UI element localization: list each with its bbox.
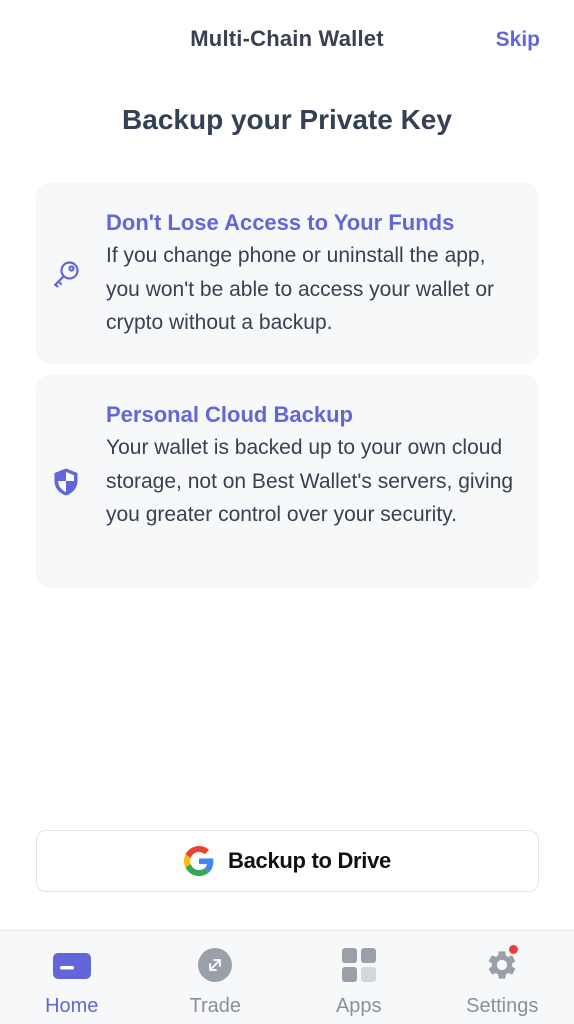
tab-apps[interactable]: Apps <box>287 931 431 1024</box>
tab-settings[interactable]: Settings <box>431 931 574 1024</box>
skip-button[interactable]: Skip <box>496 28 540 52</box>
card-text: Your wallet is backed up to your own clo… <box>106 436 514 526</box>
app-title: Multi-Chain Wallet <box>190 26 384 51</box>
tab-home[interactable]: Home <box>0 931 144 1024</box>
trade-arrows-icon <box>195 947 235 983</box>
tab-label: Settings <box>466 995 539 1017</box>
backup-button-label: Backup to Drive <box>228 848 391 873</box>
card-heading: Don't Lose Access to Your Funds <box>106 210 455 235</box>
tab-trade[interactable]: Trade <box>144 931 288 1024</box>
google-icon <box>184 846 214 876</box>
page-title: Backup your Private Key <box>122 104 452 135</box>
card-heading: Personal Cloud Backup <box>106 402 353 427</box>
app-header: Multi-Chain Wallet Skip <box>0 0 574 82</box>
shield-icon <box>50 466 82 498</box>
key-icon <box>50 258 82 290</box>
gear-icon <box>482 944 522 983</box>
bottom-tab-bar: Home Trade Apps Settings <box>0 930 574 1024</box>
tab-label: Home <box>45 995 99 1017</box>
info-card-cloud: Personal Cloud Backup Your wallet is bac… <box>36 375 539 588</box>
apps-grid-icon <box>339 947 379 983</box>
info-card-funds: Don't Lose Access to Your Funds If you c… <box>36 183 539 364</box>
wallet-card-icon <box>52 947 92 983</box>
card-text: If you change phone or uninstall the app… <box>106 244 495 334</box>
tab-label: Trade <box>189 995 241 1017</box>
tab-label: Apps <box>335 995 382 1017</box>
backup-to-drive-button[interactable]: Backup to Drive <box>36 830 539 892</box>
